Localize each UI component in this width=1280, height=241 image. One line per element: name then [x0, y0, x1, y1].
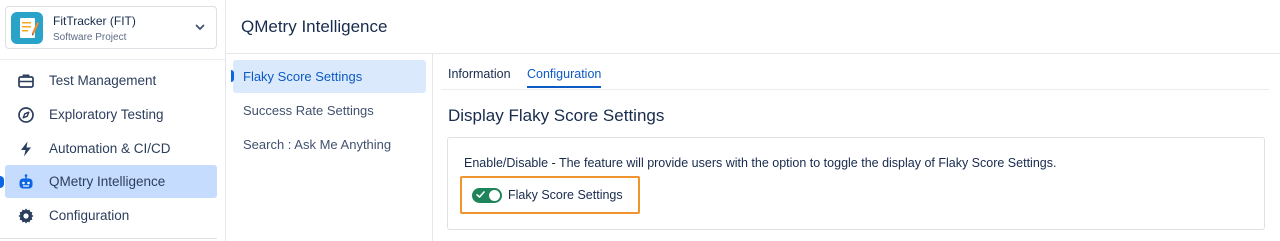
chevron-down-icon[interactable] [194, 21, 206, 33]
subnav-item-search[interactable]: Search : Ask Me Anything [233, 128, 426, 161]
subnav-active-indicator [231, 70, 234, 82]
settings-card: Enable/Disable - The feature will provid… [447, 137, 1265, 230]
subnav-item-label: Flaky Score Settings [243, 69, 363, 84]
check-icon [476, 191, 485, 198]
toggle-knob [489, 190, 500, 201]
sidebar-item-label: Automation & CI/CD [49, 141, 171, 156]
flaky-score-toggle[interactable] [472, 188, 502, 203]
setting-description: Enable/Disable - The feature will provid… [464, 156, 1057, 170]
sidebar-item-automation[interactable]: Automation & CI/CD [5, 132, 217, 165]
settings-subnav: Flaky Score Settings Success Rate Settin… [226, 54, 433, 241]
sidebar-item-label: Configuration [49, 208, 130, 223]
lightning-icon [21, 141, 31, 157]
subnav-item-success-rate[interactable]: Success Rate Settings [233, 94, 426, 127]
briefcase-icon [18, 74, 34, 88]
sidebar-item-configuration[interactable]: Configuration [5, 199, 217, 232]
gear-icon [18, 208, 34, 224]
project-switcher[interactable]: FitTracker (FIT) Software Project [5, 6, 217, 49]
sidebar-item-label: Exploratory Testing [49, 107, 164, 122]
sidebar-item-label: QMetry Intelligence [49, 174, 166, 189]
toggle-highlight: Flaky Score Settings [460, 176, 640, 214]
sidebar-divider [0, 238, 217, 239]
toggle-label: Flaky Score Settings [508, 188, 623, 202]
tab-configuration[interactable]: Configuration [527, 67, 602, 88]
sidebar-divider [0, 59, 225, 60]
section-title: Display Flaky Score Settings [448, 106, 665, 125]
sidebar-item-test-management[interactable]: Test Management [5, 64, 217, 97]
active-indicator [0, 176, 4, 188]
sidebar-item-label: Test Management [49, 73, 157, 88]
page-title: QMetry Intelligence [241, 17, 388, 36]
project-type: Software Project [53, 32, 127, 43]
subnav-item-label: Search : Ask Me Anything [243, 137, 392, 152]
compass-icon [18, 107, 34, 123]
sidebar-item-exploratory-testing[interactable]: Exploratory Testing [5, 98, 217, 131]
project-name: FitTracker (FIT) [53, 14, 136, 28]
tab-information[interactable]: Information [448, 67, 511, 88]
project-logo-icon [11, 12, 43, 44]
sidebar-item-qmetry-intelligence[interactable]: QMetry Intelligence [5, 165, 217, 198]
subnav-item-flaky-score[interactable]: Flaky Score Settings [233, 60, 426, 93]
sidebar: FitTracker (FIT) Software Project Test M… [0, 0, 226, 241]
subnav-item-label: Success Rate Settings [243, 103, 374, 118]
robot-icon [19, 174, 33, 189]
tabs-divider [441, 89, 1269, 90]
